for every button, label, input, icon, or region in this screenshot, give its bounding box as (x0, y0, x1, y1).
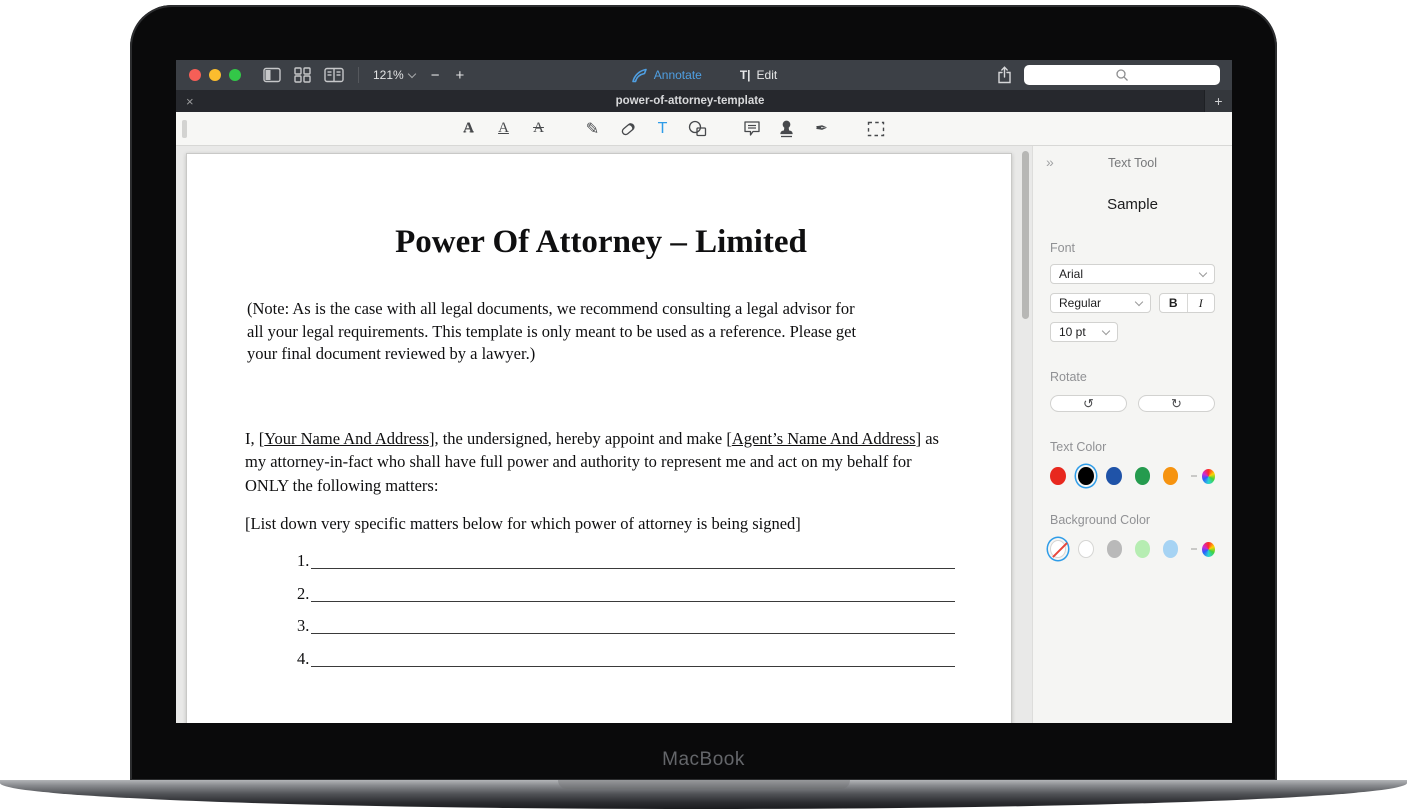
macbook-brand-label: MacBook (130, 749, 1277, 771)
selection-marquee-icon[interactable] (865, 118, 887, 140)
list-item: 3. (297, 614, 957, 636)
document-note: (Note: As is the case with all legal doc… (247, 298, 872, 366)
font-style-select[interactable]: Regular (1050, 293, 1151, 313)
shapes-icon[interactable] (687, 118, 709, 140)
text-color-black[interactable] (1078, 467, 1094, 485)
bold-button[interactable]: B (1160, 294, 1188, 312)
collapse-panel-icon[interactable]: » (1046, 154, 1054, 170)
bg-color-none[interactable] (1050, 540, 1066, 558)
text-color-green[interactable] (1135, 467, 1151, 485)
minimize-window-button[interactable] (209, 69, 221, 81)
swatch-divider (1191, 548, 1197, 550)
note-comment-icon[interactable] (741, 118, 763, 140)
appointment-paragraph: I, [Your Name And Address], the undersig… (245, 427, 957, 498)
tab-title: power-of-attorney-template (176, 95, 1204, 107)
bg-color-light-blue[interactable] (1163, 540, 1179, 558)
blank-line (311, 633, 955, 634)
rotate-right-button[interactable]: ↻ (1138, 395, 1215, 412)
toolbar: 121% − + Annotate T| Edit (176, 60, 1232, 90)
zoom-in-button[interactable]: + (455, 67, 464, 84)
toolbar-grip-handle[interactable] (182, 120, 187, 138)
tab-annotate[interactable]: Annotate (631, 68, 702, 83)
swatch-divider (1191, 475, 1197, 477)
strikethrough-text-icon[interactable]: A (528, 118, 550, 140)
blank-line (311, 666, 955, 667)
italic-button[interactable]: I (1188, 294, 1215, 312)
blank-line (311, 601, 955, 602)
your-name-placeholder: Your Name And Address (264, 429, 429, 448)
edit-label: Edit (757, 68, 778, 82)
chevron-down-icon (1102, 326, 1110, 334)
panel-title: Text Tool (1108, 156, 1157, 170)
text-color-orange[interactable] (1163, 467, 1179, 485)
text-color-wheel-icon[interactable] (1202, 469, 1215, 484)
blank-line (311, 568, 955, 569)
text-color-swatches (1050, 467, 1215, 485)
edit-text-icon: T| (740, 68, 751, 82)
rotate-section-label: Rotate (1050, 370, 1215, 384)
search-input[interactable] (1024, 65, 1220, 85)
macbook-base-notch (558, 780, 850, 789)
background-color-swatches (1050, 540, 1215, 558)
document-title: Power Of Attorney – Limited (245, 224, 957, 261)
zoom-window-button[interactable] (229, 69, 241, 81)
close-window-button[interactable] (189, 69, 201, 81)
macbook-mockup: MacBook 121% (0, 0, 1407, 809)
matters-list: 1. 2. 3. 4. (297, 549, 957, 669)
chevron-down-icon (1199, 268, 1207, 276)
text-color-red[interactable] (1050, 467, 1066, 485)
annotate-label: Annotate (654, 68, 702, 82)
chevron-down-icon (407, 69, 415, 77)
font-family-select[interactable]: Arial (1050, 264, 1215, 284)
stamp-icon[interactable] (776, 118, 798, 140)
bg-color-wheel-icon[interactable] (1202, 542, 1215, 557)
search-field[interactable] (1024, 65, 1220, 85)
share-icon[interactable] (997, 66, 1012, 84)
annotate-pen-icon (631, 68, 648, 83)
highlight-text-icon[interactable]: A (458, 118, 480, 140)
font-sample-preview: Sample (1050, 196, 1215, 213)
zoom-control[interactable]: 121% (373, 68, 415, 82)
document-page: Power Of Attorney – Limited (Note: As is… (186, 153, 1012, 723)
pencil-icon[interactable]: ✎ (582, 118, 604, 140)
bg-color-light-green[interactable] (1135, 540, 1151, 558)
text-color-blue[interactable] (1106, 467, 1122, 485)
text-tool-panel: » Text Tool Sample Font Arial Regular B (1032, 146, 1232, 723)
bg-color-gray[interactable] (1107, 540, 1123, 558)
annotation-toolbar: A A A ✎ T ✒ (176, 112, 1232, 146)
signature-pen-icon[interactable]: ✒ (811, 118, 833, 140)
background-color-label: Background Color (1050, 513, 1215, 527)
zoom-out-button[interactable]: − (431, 67, 440, 84)
document-tab[interactable]: × power-of-attorney-template (176, 90, 1204, 112)
list-item: 1. (297, 549, 957, 571)
two-page-view-icon[interactable] (324, 67, 344, 83)
scrollbar-thumb[interactable] (1022, 151, 1029, 319)
eraser-icon[interactable] (617, 118, 639, 140)
tab-edit[interactable]: T| Edit (740, 68, 777, 82)
bg-color-white[interactable] (1078, 540, 1094, 558)
traffic-lights (189, 69, 241, 81)
sidebar-toggle-icon[interactable] (263, 67, 281, 83)
text-color-label: Text Color (1050, 440, 1215, 454)
text-tool-icon[interactable]: T (652, 118, 674, 140)
new-tab-button[interactable]: + (1204, 90, 1232, 112)
document-viewer: Power Of Attorney – Limited (Note: As is… (176, 146, 1032, 723)
thumbnails-view-icon[interactable] (294, 67, 311, 83)
tab-bar: × power-of-attorney-template + (176, 90, 1232, 112)
list-instruction: [List down very specific matters below f… (245, 514, 957, 534)
toolbar-divider (358, 67, 359, 83)
underline-text-icon[interactable]: A (493, 118, 515, 140)
font-section-label: Font (1050, 241, 1215, 255)
agent-name-placeholder: Agent’s Name And Address (732, 429, 916, 448)
rotate-left-button[interactable]: ↺ (1050, 395, 1127, 412)
list-item: 2. (297, 582, 957, 604)
font-size-select[interactable]: 10 pt (1050, 322, 1118, 342)
list-item: 4. (297, 647, 957, 669)
app-window: 121% − + Annotate T| Edit (176, 60, 1232, 723)
zoom-level[interactable]: 121% (373, 68, 404, 82)
chevron-down-icon (1135, 297, 1143, 305)
bold-italic-group: B I (1159, 293, 1215, 313)
